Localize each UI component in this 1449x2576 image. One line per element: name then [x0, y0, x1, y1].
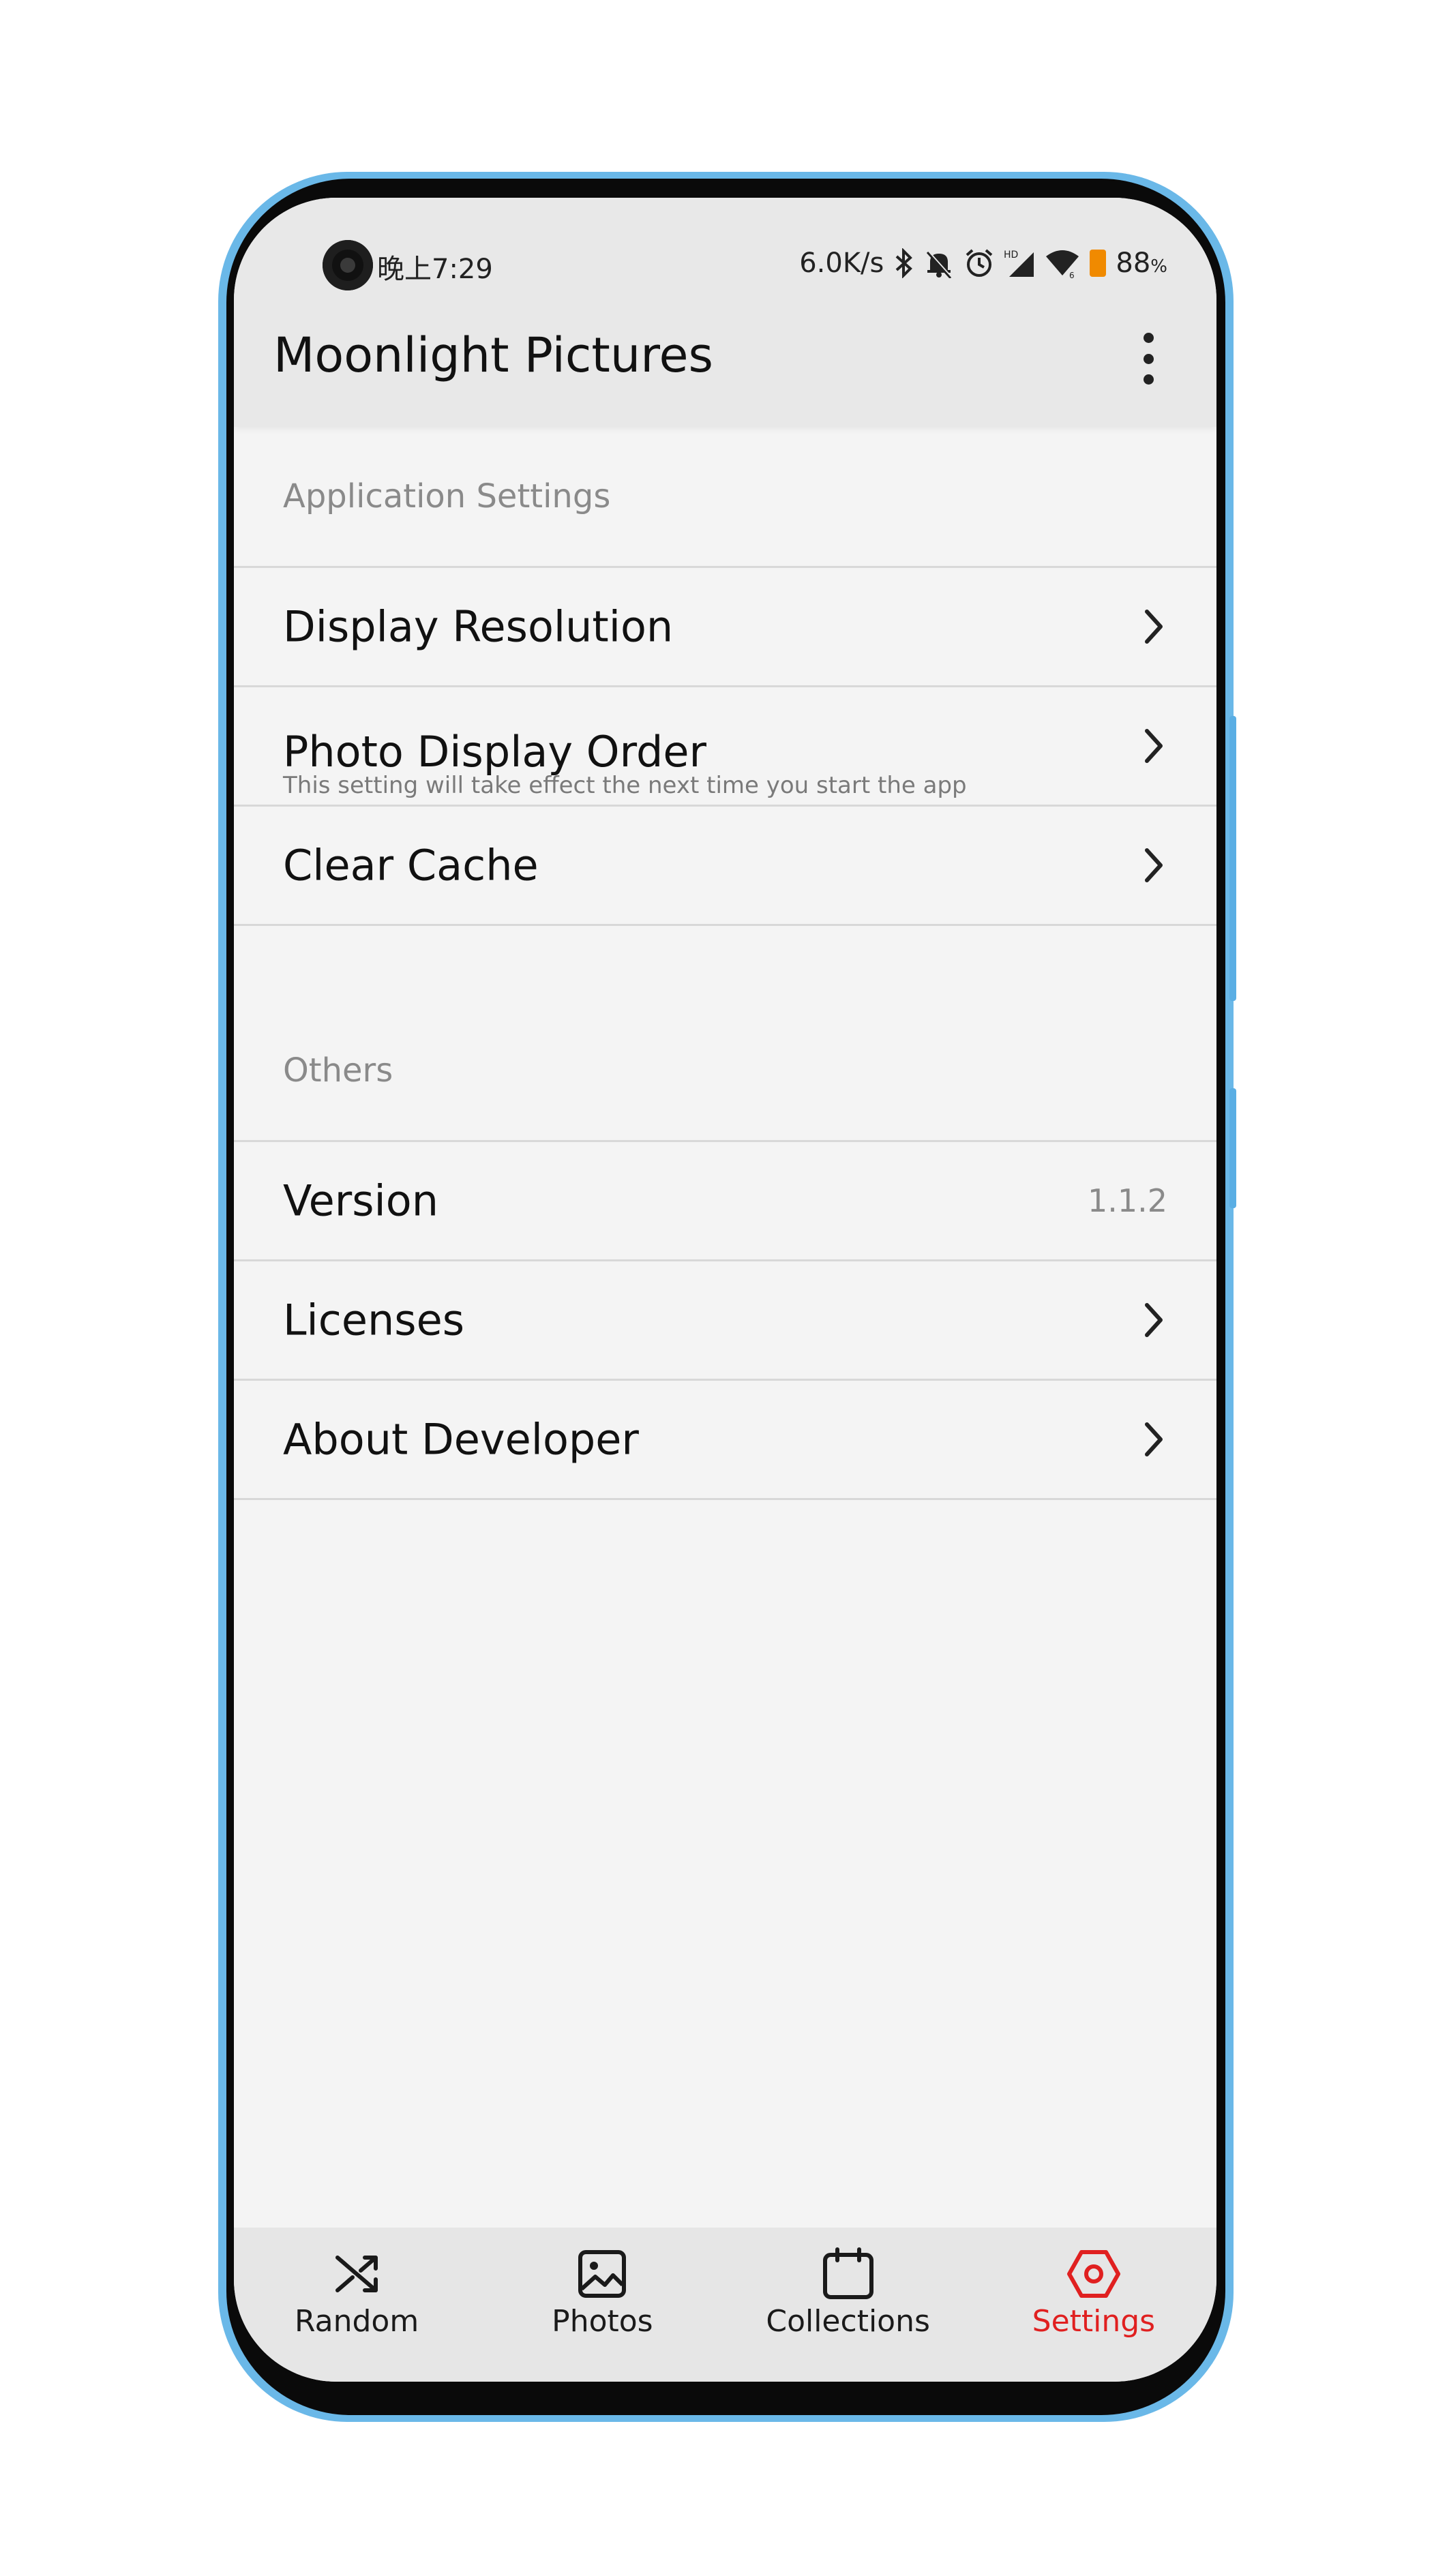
- app-title: Moonlight Pictures: [273, 327, 714, 383]
- alarm-icon: [966, 249, 993, 277]
- mute-icon: [926, 250, 952, 278]
- settings-item-photo-display-order[interactable]: Photo Display Order This setting will ta…: [234, 687, 1216, 805]
- chevron-right-icon: [1145, 1303, 1163, 1337]
- phone-screen: 晚上7:29 6.0K/s HD 6 88% Moonlight Picture…: [234, 198, 1216, 2382]
- settings-item-clear-cache[interactable]: Clear Cache: [234, 807, 1216, 924]
- bluetooth-icon: [896, 248, 913, 278]
- wifi-icon: 6: [1046, 250, 1079, 278]
- row-label: Photo Display Order: [283, 727, 706, 777]
- status-icons: 6.0K/s HD 6 88%: [799, 243, 1167, 284]
- section-header-application: Application Settings: [283, 477, 611, 515]
- settings-item-display-resolution[interactable]: Display Resolution: [234, 568, 1216, 685]
- more-vertical-icon[interactable]: [1135, 333, 1162, 385]
- side-button-power: [1229, 1088, 1236, 1208]
- chevron-right-icon: [1145, 729, 1163, 763]
- hd-signal-icon: HD: [1004, 250, 1034, 277]
- front-camera: [323, 240, 373, 290]
- nav-item-collections[interactable]: Collections: [726, 2228, 971, 2382]
- settings-item-version: Version 1.1.2: [234, 1142, 1216, 1259]
- row-label: Version: [283, 1175, 438, 1226]
- chevron-right-icon: [1145, 1422, 1163, 1456]
- top-bar: 晚上7:29 6.0K/s HD 6 88% Moonlight Picture…: [234, 198, 1216, 427]
- row-label: Display Resolution: [283, 601, 674, 652]
- nav-item-settings[interactable]: Settings: [971, 2228, 1216, 2382]
- nav-label: Collections: [766, 2304, 930, 2339]
- svg-text:6: 6: [1069, 271, 1075, 278]
- row-label: About Developer: [283, 1414, 639, 1465]
- divider: [234, 1498, 1216, 1500]
- divider: [234, 924, 1216, 926]
- section-header-others: Others: [283, 1051, 393, 1090]
- image-icon: [578, 2250, 627, 2298]
- bottom-navigation: Random Photos Collections Settings: [234, 2228, 1216, 2382]
- chevron-right-icon: [1145, 848, 1163, 882]
- settings-item-licenses[interactable]: Licenses: [234, 1261, 1216, 1379]
- nav-item-photos[interactable]: Photos: [479, 2228, 725, 2382]
- battery-percent: 88%: [1116, 248, 1167, 279]
- row-label: Clear Cache: [283, 840, 539, 890]
- side-button-volume: [1229, 716, 1236, 1001]
- nav-item-random[interactable]: Random: [234, 2228, 479, 2382]
- nav-label: Settings: [1032, 2304, 1156, 2339]
- nav-label: Random: [295, 2304, 419, 2339]
- settings-hexagon-icon: [1066, 2250, 1120, 2298]
- version-value: 1.1.2: [1087, 1182, 1167, 1219]
- row-subtitle: This setting will take effect the next t…: [283, 772, 967, 799]
- row-label: Licenses: [283, 1295, 465, 1345]
- battery-icon: [1090, 250, 1107, 277]
- network-speed: 6.0K/s: [799, 248, 884, 279]
- chevron-right-icon: [1145, 610, 1163, 644]
- shuffle-icon: [335, 2256, 378, 2292]
- calendar-icon: [822, 2247, 873, 2299]
- svg-text:HD: HD: [1004, 250, 1018, 260]
- nav-label: Photos: [552, 2304, 653, 2339]
- status-time: 晚上7:29: [377, 254, 493, 285]
- settings-item-about-developer[interactable]: About Developer: [234, 1381, 1216, 1498]
